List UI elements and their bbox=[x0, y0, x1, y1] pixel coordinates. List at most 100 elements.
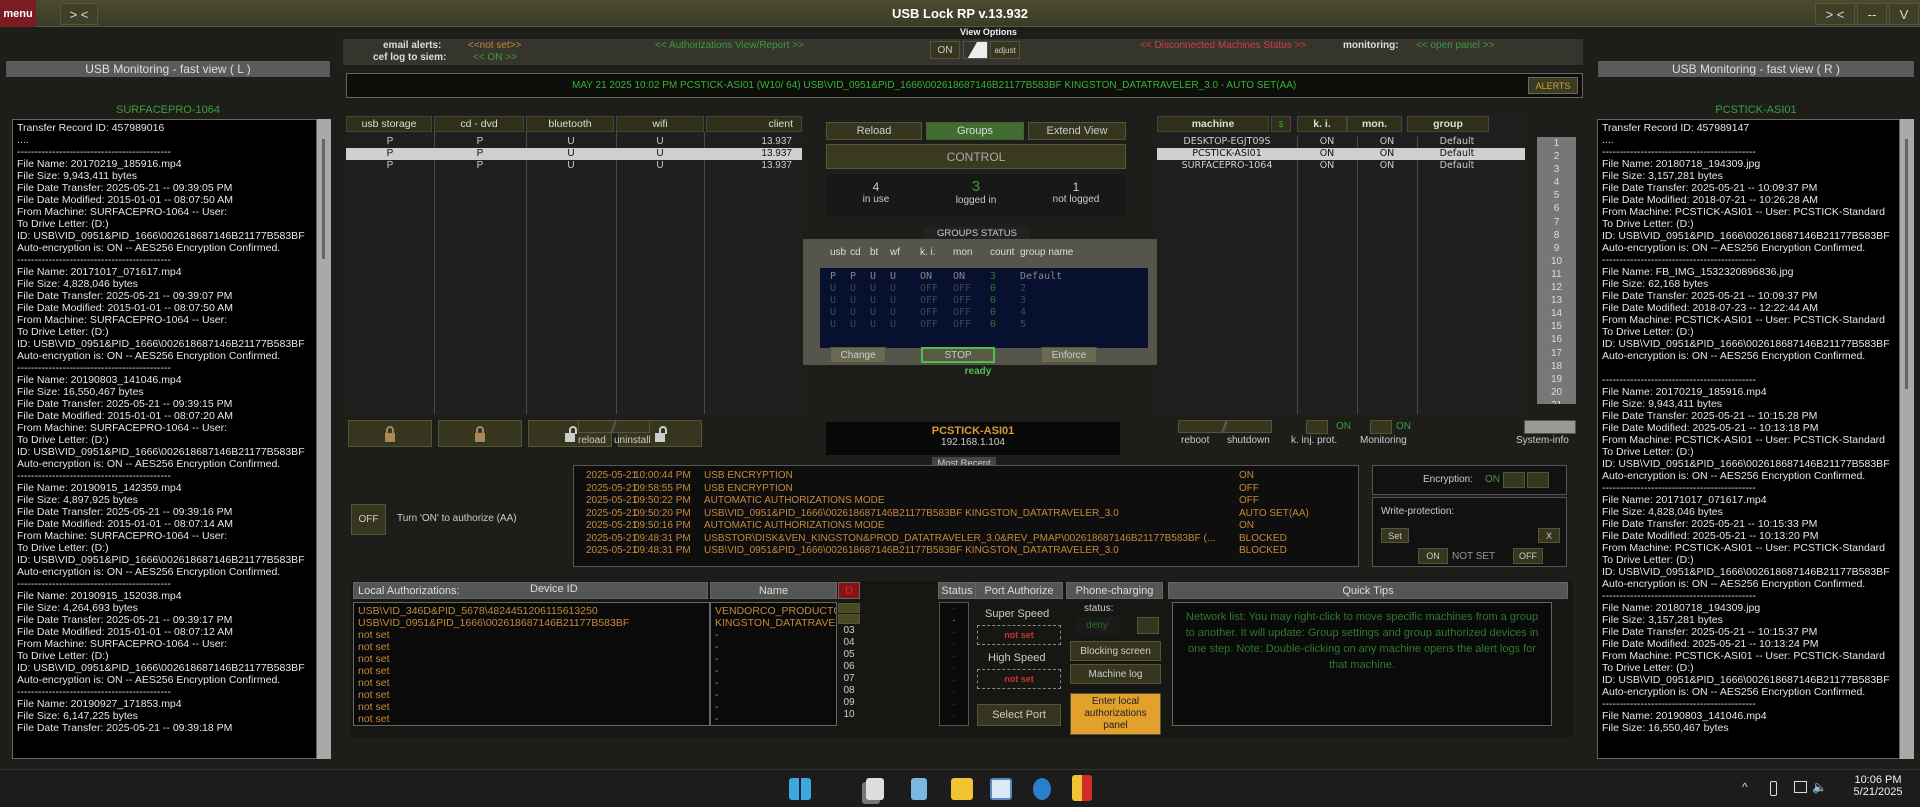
recent-event-row[interactable]: 2025-05-21 09:50:16 PM AUTOMATIC AUTHORIZA… bbox=[574, 520, 1354, 532]
group-number[interactable]: 1 bbox=[1537, 137, 1576, 150]
enforce-button[interactable]: Enforce bbox=[1041, 347, 1097, 363]
notepad-icon[interactable] bbox=[911, 778, 927, 800]
machine-row[interactable]: DESKTOP-EGJT09S ON ON Default bbox=[1157, 136, 1525, 148]
device-name-entry[interactable]: - bbox=[715, 653, 832, 665]
groups-status-row[interactable]: U U U U OFF OFF 0 5 bbox=[820, 319, 1148, 331]
group-number[interactable]: 17 bbox=[1537, 347, 1576, 360]
write-protection-clear-button[interactable]: X bbox=[1538, 528, 1560, 543]
group-number[interactable]: 12 bbox=[1537, 281, 1576, 294]
view-on-button[interactable]: ON bbox=[930, 41, 960, 59]
group-number[interactable]: 11 bbox=[1537, 268, 1576, 281]
select-port-button[interactable]: Select Port bbox=[977, 704, 1061, 726]
left-transfer-log[interactable]: Transfer Record ID: 457989016.... -------… bbox=[12, 119, 317, 759]
device-id-entry[interactable]: USB\VID_346D&PID_5678\482445120611561325… bbox=[358, 605, 705, 617]
groups-status-row[interactable]: P P U U ON ON 3 Default bbox=[820, 271, 1148, 283]
reboot-shutdown-slider[interactable] bbox=[1178, 420, 1272, 433]
group-number[interactable]: 7 bbox=[1537, 216, 1576, 229]
device-id-entry[interactable]: not set bbox=[358, 629, 705, 641]
auto-authorize-toggle[interactable]: OFF bbox=[351, 504, 386, 535]
shutdown-button[interactable]: shutdown bbox=[1227, 435, 1270, 446]
write-protection-set-button[interactable]: Set bbox=[1381, 528, 1409, 543]
usb-tray-icon[interactable] bbox=[1770, 781, 1777, 796]
system-info-button[interactable]: System-info bbox=[1516, 435, 1569, 446]
recent-events-log[interactable]: 2025-05-21 10:00:44 PM USB ENCRYPTION ON 202… bbox=[573, 465, 1359, 567]
slot-toggle[interactable] bbox=[838, 614, 860, 624]
group-number[interactable]: 6 bbox=[1537, 202, 1576, 215]
system-info-toggle[interactable] bbox=[1524, 420, 1576, 434]
device-id-entry[interactable]: not set bbox=[358, 689, 705, 701]
blocking-screen-button[interactable]: Blocking screen bbox=[1070, 641, 1161, 661]
email-alerts-link[interactable]: <<not set>> bbox=[468, 40, 521, 51]
group-number[interactable]: 21 bbox=[1537, 399, 1576, 404]
device-id-entry[interactable]: not set bbox=[358, 677, 705, 689]
super-speed-value[interactable]: not set bbox=[977, 625, 1061, 645]
high-speed-value[interactable]: not set bbox=[977, 669, 1061, 689]
machine-row[interactable]: PCSTICK-ASI01 ON ON Default bbox=[1157, 148, 1525, 160]
groups-status-row[interactable]: U U U U OFF OFF 0 3 bbox=[820, 295, 1148, 307]
app-icon[interactable] bbox=[1033, 778, 1051, 800]
lock-button-0[interactable] bbox=[348, 420, 432, 447]
alerts-button[interactable]: ALERTS bbox=[1528, 77, 1578, 94]
group-number[interactable]: 20 bbox=[1537, 386, 1576, 399]
device-id-entry[interactable]: not set bbox=[358, 713, 705, 725]
device-name-entry[interactable]: KINGSTON_DATATRAVELER_3.0 bbox=[715, 617, 836, 629]
clock[interactable]: 10:06 PM 5/21/2025 bbox=[1845, 774, 1911, 798]
encryption-on-button[interactable] bbox=[1503, 472, 1525, 488]
recent-event-row[interactable]: 2025-05-21 09:48:31 PM USBSTOR\DISK&VEN_KI… bbox=[574, 533, 1354, 545]
group-number[interactable]: 8 bbox=[1537, 229, 1576, 242]
kinj-toggle[interactable] bbox=[1306, 420, 1328, 434]
table-row[interactable]: P P U U 13.937 bbox=[346, 160, 802, 172]
recent-event-row[interactable]: 2025-05-21 10:00:44 PM USB ENCRYPTION ON bbox=[574, 470, 1354, 482]
device-name-entry[interactable]: - bbox=[715, 629, 832, 641]
monitoring-toggle[interactable] bbox=[1370, 420, 1392, 434]
change-button[interactable]: Change bbox=[830, 347, 886, 363]
device-name-entry[interactable]: - bbox=[715, 665, 832, 677]
table-row[interactable]: P P U U 13.937 bbox=[346, 136, 802, 148]
device-name-entry[interactable]: - bbox=[715, 641, 832, 653]
device-name-entry[interactable]: VENDORCO_PRODUCTCODE bbox=[715, 605, 836, 617]
col-machine[interactable]: machine bbox=[1157, 116, 1269, 132]
recent-event-row[interactable]: 2025-05-21 09:50:22 PM AUTOMATIC AUTHORIZA… bbox=[574, 495, 1354, 507]
reload-button[interactable]: Reload bbox=[826, 122, 922, 140]
col-mon[interactable]: mon. bbox=[1347, 116, 1402, 132]
phone-charging-toggle[interactable] bbox=[1137, 617, 1159, 634]
encryption-off-button[interactable] bbox=[1527, 472, 1549, 488]
control-button[interactable]: CONTROL bbox=[826, 144, 1126, 169]
device-name-entry[interactable]: - bbox=[715, 677, 832, 689]
device-name-entry[interactable]: - bbox=[715, 689, 832, 701]
delete-header-button[interactable]: D bbox=[838, 582, 860, 599]
group-number[interactable]: 2 bbox=[1537, 150, 1576, 163]
col-group[interactable]: group bbox=[1407, 116, 1489, 132]
tray-chevron-icon[interactable]: ^ bbox=[1742, 780, 1748, 794]
device-name-entry[interactable]: - bbox=[715, 713, 832, 725]
stop-button[interactable]: STOP bbox=[921, 347, 995, 363]
authorizations-view-link[interactable]: << Authorizations View/Report >> bbox=[655, 40, 804, 51]
network-icon[interactable] bbox=[1794, 781, 1807, 793]
group-number[interactable]: 19 bbox=[1537, 373, 1576, 386]
group-number[interactable]: 5 bbox=[1537, 189, 1576, 202]
performance-monitor-icon[interactable] bbox=[990, 778, 1012, 800]
groups-status-row[interactable]: U U U U OFF OFF 0 4 bbox=[820, 307, 1148, 319]
lock-button-1[interactable] bbox=[438, 420, 522, 447]
recent-event-row[interactable]: 2025-05-21 09:50:20 PM USB\VID_0951&PID_16… bbox=[574, 508, 1354, 520]
col-sort[interactable]: $ bbox=[1271, 116, 1291, 132]
usb-lock-rp-icon[interactable] bbox=[1072, 775, 1092, 801]
machine-log-button[interactable]: Machine log bbox=[1070, 664, 1161, 684]
device-id-entry[interactable]: not set bbox=[358, 701, 705, 713]
device-id-list[interactable]: USB\VID_346D&PID_5678\482445120611561325… bbox=[353, 602, 710, 726]
device-name-entry[interactable]: - bbox=[715, 701, 832, 713]
file-explorer-icon[interactable] bbox=[951, 778, 973, 800]
right-transfer-log[interactable]: Transfer Record ID: 457989147.... -------… bbox=[1597, 119, 1900, 759]
groups-status-table[interactable]: P P U U ON ON 3 Default U U U U OFF OFF 0 2 U U U U OFF OFF 0 3… bbox=[820, 268, 1148, 348]
group-number-list[interactable]: 123456789101112131415161718192021 bbox=[1537, 137, 1576, 404]
uninstall-client-button[interactable]: uninstall bbox=[614, 435, 651, 446]
view-slider[interactable] bbox=[963, 41, 988, 59]
volume-icon[interactable]: 🔈 bbox=[1812, 780, 1827, 794]
maximize-button[interactable]: V bbox=[1889, 3, 1919, 25]
disconnected-machines-link[interactable]: << Disconnected Machines Status >> bbox=[1140, 40, 1306, 51]
group-number[interactable]: 10 bbox=[1537, 255, 1576, 268]
recent-event-row[interactable]: 2025-05-21 09:48:31 PM USB\VID_0951&PID_16… bbox=[574, 545, 1354, 557]
device-id-entry[interactable]: not set bbox=[358, 641, 705, 653]
group-number[interactable]: 3 bbox=[1537, 163, 1576, 176]
col-ki[interactable]: k. i. bbox=[1297, 116, 1347, 132]
